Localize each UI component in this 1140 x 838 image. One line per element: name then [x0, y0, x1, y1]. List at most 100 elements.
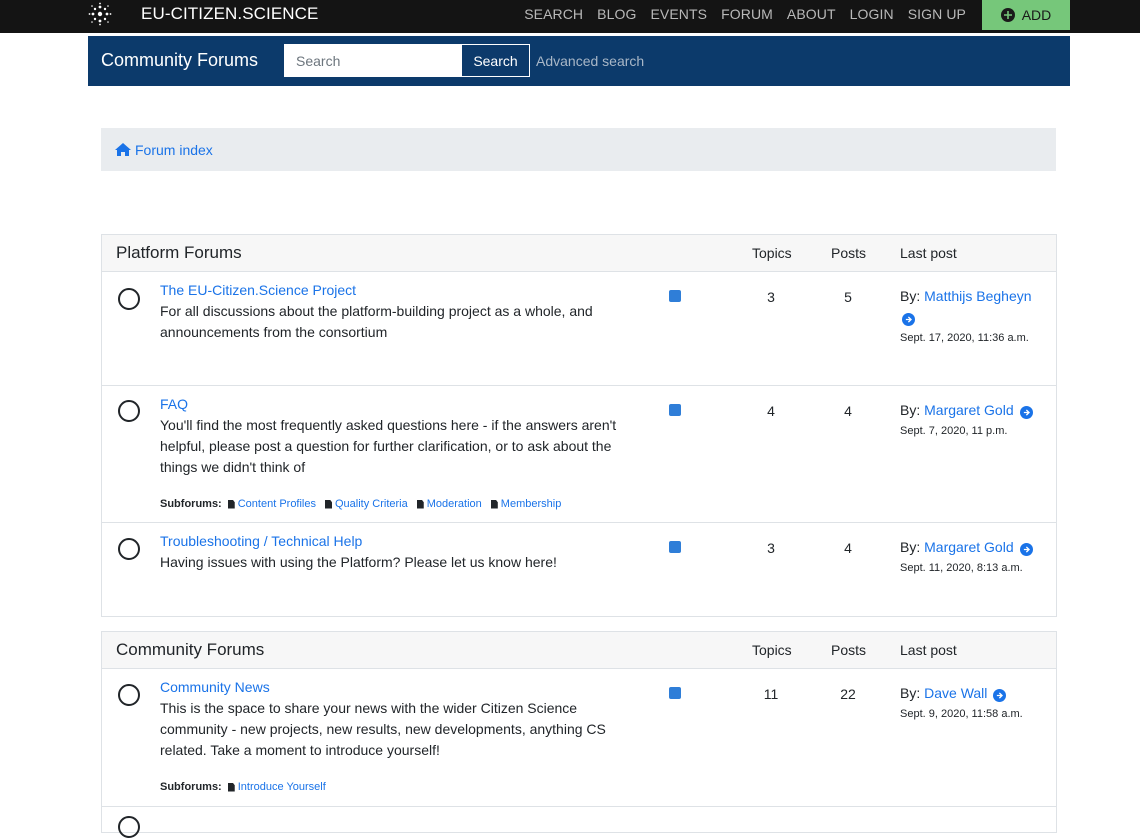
- last-post-header: Last post: [900, 245, 957, 261]
- document-icon: [490, 499, 498, 509]
- topics-header: Topics: [752, 245, 792, 261]
- posts-count: 4: [844, 540, 852, 556]
- forum-description: For all discussions about the platform-b…: [160, 303, 593, 340]
- sunburst-logo-icon: [88, 2, 112, 26]
- subforums: Subforums: Introduce Yourself: [160, 781, 335, 793]
- forum-status-icon: [118, 684, 140, 706]
- last-post-date: Sept. 7, 2020, 11 p.m.: [900, 425, 1008, 437]
- forum-status-icon: [118, 400, 140, 422]
- forum-status-icon: [118, 538, 140, 560]
- subforum-label: Introduce Yourself: [237, 781, 326, 793]
- subforum-label: Moderation: [426, 498, 482, 510]
- go-to-post-icon[interactable]: [993, 689, 1007, 702]
- subforum-label: Content Profiles: [237, 498, 316, 510]
- nav-login[interactable]: LOGIN: [850, 6, 894, 22]
- breadcrumb: Forum index: [101, 128, 1056, 171]
- last-post-author[interactable]: Margaret Gold: [924, 402, 1013, 418]
- last-post: By: Matthijs Begheyn Sept. 17, 2020, 11:…: [900, 286, 1040, 349]
- forum-row: Troubleshooting / Technical Help Having …: [102, 523, 1056, 615]
- document-icon: [416, 499, 424, 509]
- subforum-link[interactable]: Moderation: [416, 498, 482, 510]
- subforum-link[interactable]: Introduce Yourself: [227, 781, 326, 793]
- rss-feed-icon[interactable]: [669, 290, 681, 302]
- last-post-date: Sept. 11, 2020, 8:13 a.m.: [900, 562, 1023, 574]
- add-button[interactable]: ADD: [982, 0, 1070, 30]
- search-input[interactable]: [284, 44, 478, 77]
- go-to-post-icon[interactable]: [1019, 543, 1033, 556]
- last-post-by: By:: [900, 402, 921, 418]
- rss-feed-icon[interactable]: [669, 541, 681, 553]
- subforum-label: Membership: [500, 498, 562, 510]
- last-post-by: By:: [900, 288, 921, 304]
- forum-link[interactable]: Troubleshooting / Technical Help: [160, 533, 362, 549]
- topics-header: Topics: [752, 642, 792, 658]
- nav-forum[interactable]: FORUM: [721, 6, 773, 22]
- forum-link[interactable]: Community News: [160, 679, 270, 695]
- posts-count: 4: [844, 403, 852, 419]
- search-button[interactable]: Search: [461, 44, 530, 77]
- section-title: Community Forums: [116, 640, 265, 659]
- breadcrumb-label: Forum index: [135, 141, 213, 158]
- go-to-post-icon[interactable]: [1019, 406, 1033, 419]
- posts-header: Posts: [831, 642, 867, 658]
- nav-about[interactable]: ABOUT: [787, 6, 836, 22]
- plus-circle-icon: [1000, 8, 1015, 22]
- forum-row: FAQ You'll find the most frequently aske…: [102, 386, 1056, 523]
- forum-header: Community Forums Search Advanced search: [88, 36, 1070, 86]
- last-post-by: By:: [900, 685, 921, 701]
- subforum-link[interactable]: Quality Criteria: [325, 498, 408, 510]
- nav-blog[interactable]: BLOG: [597, 6, 636, 22]
- section-title: Platform Forums: [116, 243, 242, 262]
- advanced-search-link[interactable]: Advanced search: [536, 53, 644, 69]
- last-post-author[interactable]: Matthijs Begheyn: [924, 288, 1031, 304]
- top-nav: SEARCH BLOG EVENTS FORUM ABOUT LOGIN SIG…: [524, 0, 966, 28]
- last-post: By: Margaret Gold Sept. 11, 2020, 8:13 a…: [900, 537, 1040, 579]
- nav-search[interactable]: SEARCH: [524, 6, 583, 22]
- last-post-by: By:: [900, 539, 921, 555]
- brand-name: EU-CITIZEN.SCIENCE: [141, 4, 319, 23]
- topics-count: 11: [763, 686, 779, 702]
- topics-count: 3: [767, 289, 775, 305]
- section-header: Platform Forums Topics Posts Last post: [102, 235, 1056, 272]
- forum-row: Community News This is the space to shar…: [102, 669, 1056, 807]
- go-to-post-icon[interactable]: [902, 313, 915, 326]
- section-header: Community Forums Topics Posts Last post: [102, 632, 1056, 669]
- nav-sign-up[interactable]: SIGN UP: [908, 6, 966, 22]
- forum-row: [102, 807, 1056, 838]
- top-navbar: EU-CITIZEN.SCIENCE SEARCH BLOG EVENTS FO…: [0, 0, 1140, 33]
- subforum-label: Quality Criteria: [335, 498, 408, 510]
- last-post-author[interactable]: Margaret Gold: [924, 539, 1013, 555]
- forum-row: The EU-Citizen.Science Project For all d…: [102, 272, 1056, 386]
- topics-count: 4: [767, 403, 775, 419]
- subforums-label: Subforums:: [160, 498, 222, 510]
- posts-count: 22: [840, 686, 856, 702]
- topics-count: 3: [767, 540, 775, 556]
- add-label: ADD: [1021, 7, 1052, 23]
- forum-description: Having issues with using the Platform? P…: [160, 554, 557, 570]
- forum-section-community: Community Forums Topics Posts Last post …: [101, 631, 1057, 838]
- last-post-header: Last post: [900, 642, 957, 658]
- last-post-date: Sept. 9, 2020, 11:58 a.m.: [900, 708, 1023, 720]
- last-post: By: Dave Wall Sept. 9, 2020, 11:58 a.m.: [900, 683, 1040, 725]
- last-post-date: Sept. 17, 2020, 11:36 a.m.: [900, 332, 1029, 344]
- forum-link[interactable]: The EU-Citizen.Science Project: [160, 282, 356, 298]
- subforums: Subforums: Content Profiles Quality Crit…: [160, 498, 570, 510]
- forum-title[interactable]: Community Forums: [101, 50, 258, 71]
- last-post-author[interactable]: Dave Wall: [924, 685, 987, 701]
- posts-header: Posts: [831, 245, 867, 261]
- subforum-link[interactable]: Content Profiles: [227, 498, 316, 510]
- rss-feed-icon[interactable]: [669, 687, 681, 699]
- forum-description: You'll find the most frequently asked qu…: [160, 417, 617, 475]
- last-post: By: Margaret Gold Sept. 7, 2020, 11 p.m.: [900, 400, 1040, 442]
- document-icon: [227, 782, 235, 792]
- forum-description: This is the space to share your news wit…: [160, 700, 606, 758]
- subforum-link[interactable]: Membership: [490, 498, 562, 510]
- forum-link[interactable]: FAQ: [160, 396, 188, 412]
- forum-status-icon: [118, 288, 140, 310]
- nav-events[interactable]: EVENTS: [650, 6, 707, 22]
- brand[interactable]: EU-CITIZEN.SCIENCE: [88, 0, 318, 28]
- forum-status-icon: [118, 816, 140, 838]
- breadcrumb-forum-index[interactable]: Forum index: [115, 142, 213, 158]
- posts-count: 5: [844, 289, 852, 305]
- rss-feed-icon[interactable]: [669, 404, 681, 416]
